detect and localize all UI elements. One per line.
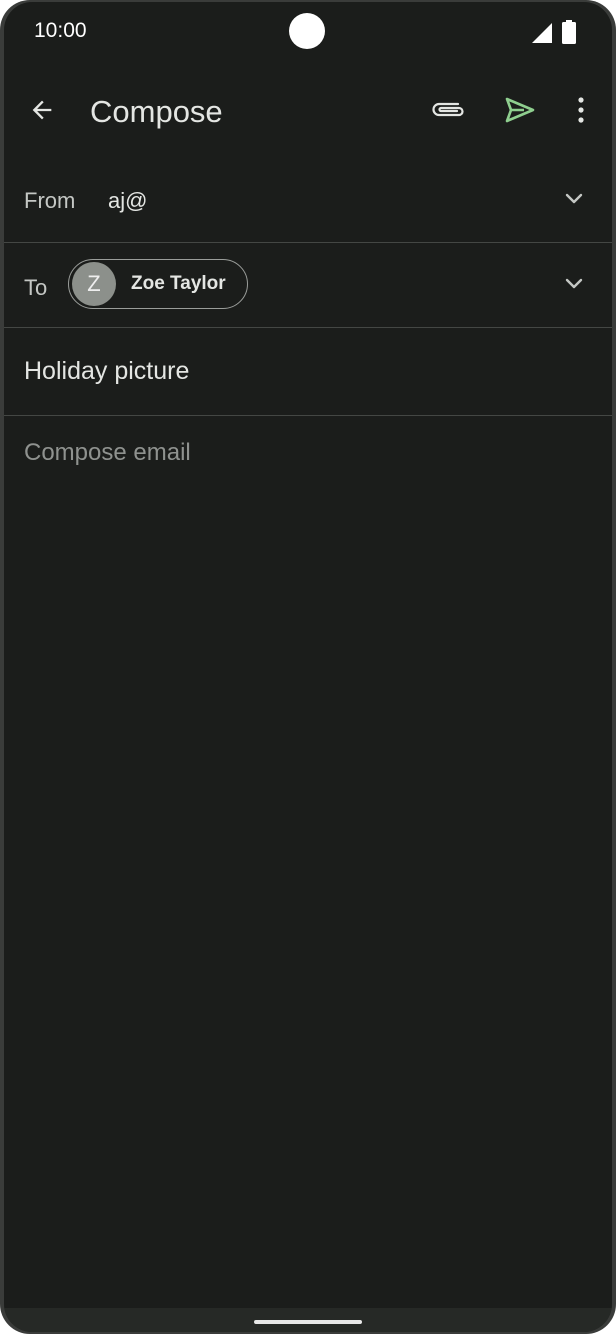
send-icon xyxy=(504,96,536,129)
subject-field[interactable]: Holiday picture xyxy=(24,357,189,386)
battery-icon xyxy=(562,20,576,49)
subject-row[interactable]: Holiday picture xyxy=(4,328,612,416)
camera-cutout xyxy=(289,13,325,49)
status-bar: 10:00 xyxy=(4,2,612,62)
app-bar: Compose xyxy=(4,72,612,152)
from-label: From xyxy=(24,188,76,213)
arrow-back-icon xyxy=(28,96,56,129)
more-vert-icon xyxy=(577,96,585,128)
home-handle[interactable] xyxy=(254,1320,362,1324)
recipient-name: Zoe Taylor xyxy=(131,273,226,294)
from-row: From aj@ xyxy=(4,157,612,243)
device-frame: 10:00 Compose From aj@ To Z Zoe Taylor H… xyxy=(0,0,616,1334)
to-row: To Z Zoe Taylor xyxy=(4,243,612,328)
recipient-chip[interactable]: Z Zoe Taylor xyxy=(68,259,248,309)
attach-button[interactable] xyxy=(426,92,470,132)
from-expand-button[interactable] xyxy=(556,183,592,219)
chevron-down-icon xyxy=(564,192,584,210)
to-label: To xyxy=(24,275,48,300)
cellular-signal-icon xyxy=(532,23,552,48)
paperclip-icon xyxy=(431,100,465,125)
to-expand-button[interactable] xyxy=(556,268,592,304)
status-time: 10:00 xyxy=(34,19,87,42)
compose-body-field[interactable]: Compose email xyxy=(24,439,191,467)
send-button[interactable] xyxy=(498,92,542,132)
screen: 10:00 Compose From aj@ To Z Zoe Taylor H… xyxy=(4,2,612,1332)
navigation-bar xyxy=(4,1308,612,1332)
avatar: Z xyxy=(72,262,116,306)
chevron-down-icon xyxy=(564,277,584,295)
page-title: Compose xyxy=(90,94,223,129)
from-address[interactable]: aj@ xyxy=(108,188,147,214)
back-button[interactable] xyxy=(22,92,62,132)
more-options-button[interactable] xyxy=(566,92,596,132)
